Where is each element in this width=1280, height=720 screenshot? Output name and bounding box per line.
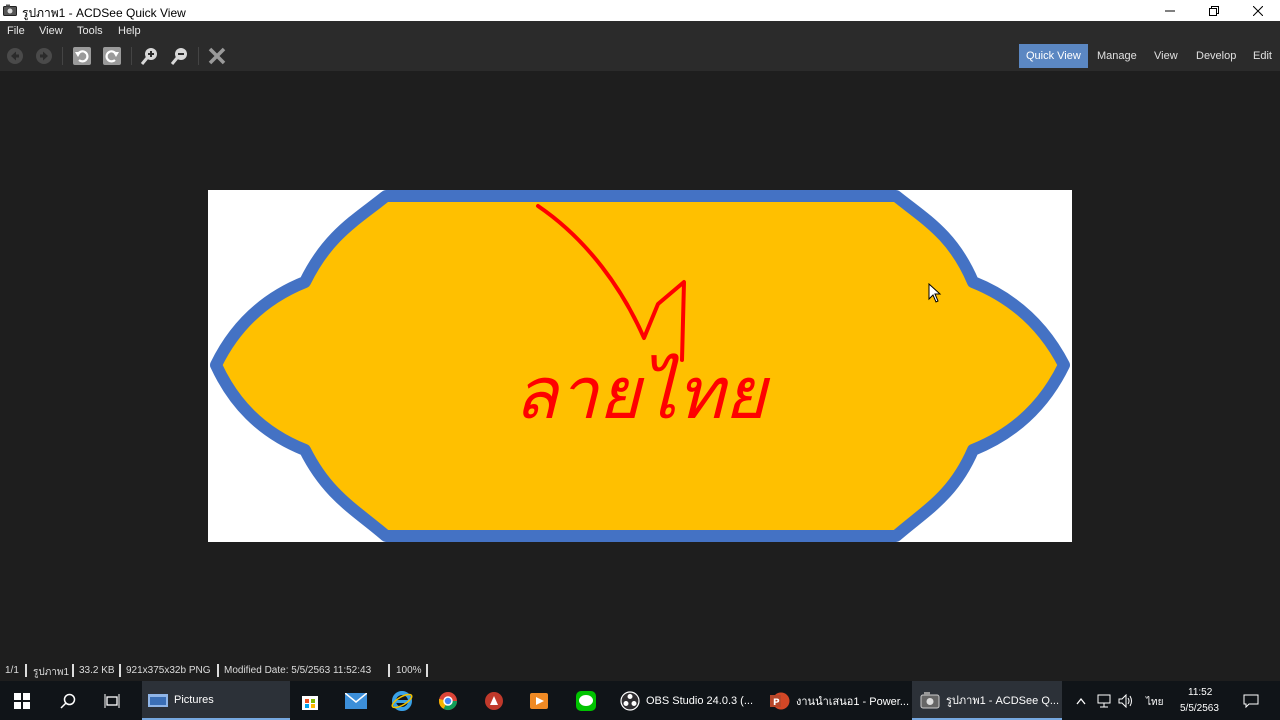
windows-taskbar: Pictures OBS Studio 24.0.3 (... P งานนำเ… xyxy=(0,681,1280,720)
menu-file[interactable]: File xyxy=(7,25,25,37)
tray-volume[interactable] xyxy=(1116,681,1136,720)
start-button[interactable] xyxy=(0,681,44,720)
menu-help[interactable]: Help xyxy=(118,25,141,37)
menu-view[interactable]: View xyxy=(39,25,63,37)
obs-icon xyxy=(620,690,640,711)
status-filesize: 33.2 KB xyxy=(79,665,115,676)
forward-arrow-icon xyxy=(36,48,52,64)
mode-manage[interactable]: Manage xyxy=(1090,44,1144,68)
taskbar-powerpoint-label: งานนำเสนอ1 - Power... xyxy=(796,695,909,708)
search-icon xyxy=(60,693,76,709)
status-zoom: 100% xyxy=(396,665,422,676)
toolbar-divider xyxy=(62,47,63,65)
media-player-icon xyxy=(530,692,548,709)
taskbar-app-red[interactable] xyxy=(474,681,514,720)
zoom-out-icon xyxy=(170,48,187,65)
taskbar-powerpoint[interactable]: P งานนำเสนอ1 - Power... xyxy=(762,681,918,720)
mode-quick-view[interactable]: Quick View xyxy=(1019,44,1088,68)
taskbar-acdsee-label: รูปภาพ1 - ACDSee Q... xyxy=(946,694,1060,707)
task-view-button[interactable] xyxy=(90,681,134,720)
tray-language[interactable]: ไทย xyxy=(1146,695,1163,710)
line-app-icon xyxy=(576,690,596,711)
file-explorer-icon xyxy=(148,693,168,707)
thai-pattern-image: ลายไทย xyxy=(210,190,1070,542)
zoom-out-button[interactable] xyxy=(169,45,191,67)
restore-icon xyxy=(1209,5,1219,16)
image-viewer[interactable]: ลายไทย xyxy=(0,71,1280,660)
back-arrow-icon xyxy=(7,48,23,64)
delete-button[interactable] xyxy=(206,45,228,67)
chevron-up-icon xyxy=(1076,697,1086,704)
image-canvas: ลายไทย xyxy=(208,190,1072,542)
tray-time[interactable]: 11:52 xyxy=(1188,687,1212,698)
rotate-left-icon xyxy=(73,47,91,65)
taskbar-obs-label: OBS Studio 24.0.3 (... xyxy=(646,694,754,707)
status-index: 1/1 xyxy=(5,665,19,676)
close-icon xyxy=(1253,5,1263,16)
taskbar-pictures[interactable]: Pictures xyxy=(142,681,290,720)
taskbar-edge[interactable] xyxy=(382,681,422,720)
taskbar-chrome[interactable] xyxy=(428,681,468,720)
next-button[interactable] xyxy=(33,45,55,67)
app-red-icon xyxy=(485,691,503,710)
acdsee-icon xyxy=(920,691,940,708)
menu-tools[interactable]: Tools xyxy=(77,25,103,37)
toolbar-divider xyxy=(131,47,132,65)
network-icon xyxy=(1097,694,1111,707)
taskbar-mail[interactable] xyxy=(336,681,376,720)
taskbar-line[interactable] xyxy=(566,681,606,720)
tray-overflow-button[interactable] xyxy=(1070,681,1092,720)
store-icon xyxy=(302,695,318,710)
windows-logo-icon xyxy=(14,692,30,709)
toolbar: Quick View Manage View Develop Edit xyxy=(0,41,1280,71)
thai-title-text: ลายไทย xyxy=(514,351,771,435)
title-bar: รูปภาพ1 - ACDSee Quick View xyxy=(0,0,1280,21)
volume-icon xyxy=(1118,693,1132,708)
minimize-icon xyxy=(1165,10,1175,11)
chrome-icon xyxy=(439,691,457,710)
notification-icon xyxy=(1243,694,1259,708)
menu-bar: File View Tools Help xyxy=(0,21,1280,41)
task-view-icon xyxy=(104,693,120,708)
action-center-button[interactable] xyxy=(1236,681,1266,720)
svg-text:P: P xyxy=(773,698,780,708)
taskbar-store[interactable] xyxy=(290,681,330,720)
taskbar-media-player[interactable] xyxy=(519,681,559,720)
mail-icon xyxy=(345,692,367,709)
rotate-right-button[interactable] xyxy=(101,45,123,67)
search-button[interactable] xyxy=(46,681,90,720)
zoom-in-icon xyxy=(140,48,157,65)
minimize-button[interactable] xyxy=(1148,0,1192,21)
tray-date[interactable]: 5/5/2563 xyxy=(1180,703,1219,714)
taskbar-pictures-label: Pictures xyxy=(174,693,214,706)
restore-button[interactable] xyxy=(1192,0,1236,21)
powerpoint-icon: P xyxy=(770,692,790,709)
status-filename: รูปภาพ1 xyxy=(33,667,70,678)
mouse-cursor-icon xyxy=(928,283,942,303)
status-modified-date: Modified Date: 5/5/2563 11:52:43 xyxy=(224,665,372,676)
delete-x-icon xyxy=(208,47,226,65)
internet-explorer-icon xyxy=(391,690,413,711)
toolbar-divider xyxy=(198,47,199,65)
mode-view[interactable]: View xyxy=(1147,44,1185,68)
tray-network[interactable] xyxy=(1094,681,1114,720)
close-window-button[interactable] xyxy=(1236,0,1280,21)
zoom-in-button[interactable] xyxy=(139,45,161,67)
rotate-right-icon xyxy=(103,47,121,65)
status-bar: 1/1 รูปภาพ1 33.2 KB 921x375x32b PNG Modi… xyxy=(0,660,1280,681)
previous-button[interactable] xyxy=(4,45,26,67)
status-image-info: 921x375x32b PNG xyxy=(126,665,211,676)
acdsee-app-icon xyxy=(3,4,17,16)
rotate-left-button[interactable] xyxy=(71,45,93,67)
taskbar-obs[interactable]: OBS Studio 24.0.3 (... xyxy=(612,681,770,720)
mode-develop[interactable]: Develop xyxy=(1189,44,1243,68)
taskbar-acdsee[interactable]: รูปภาพ1 - ACDSee Q... xyxy=(912,681,1062,720)
mode-edit[interactable]: Edit xyxy=(1246,44,1279,68)
